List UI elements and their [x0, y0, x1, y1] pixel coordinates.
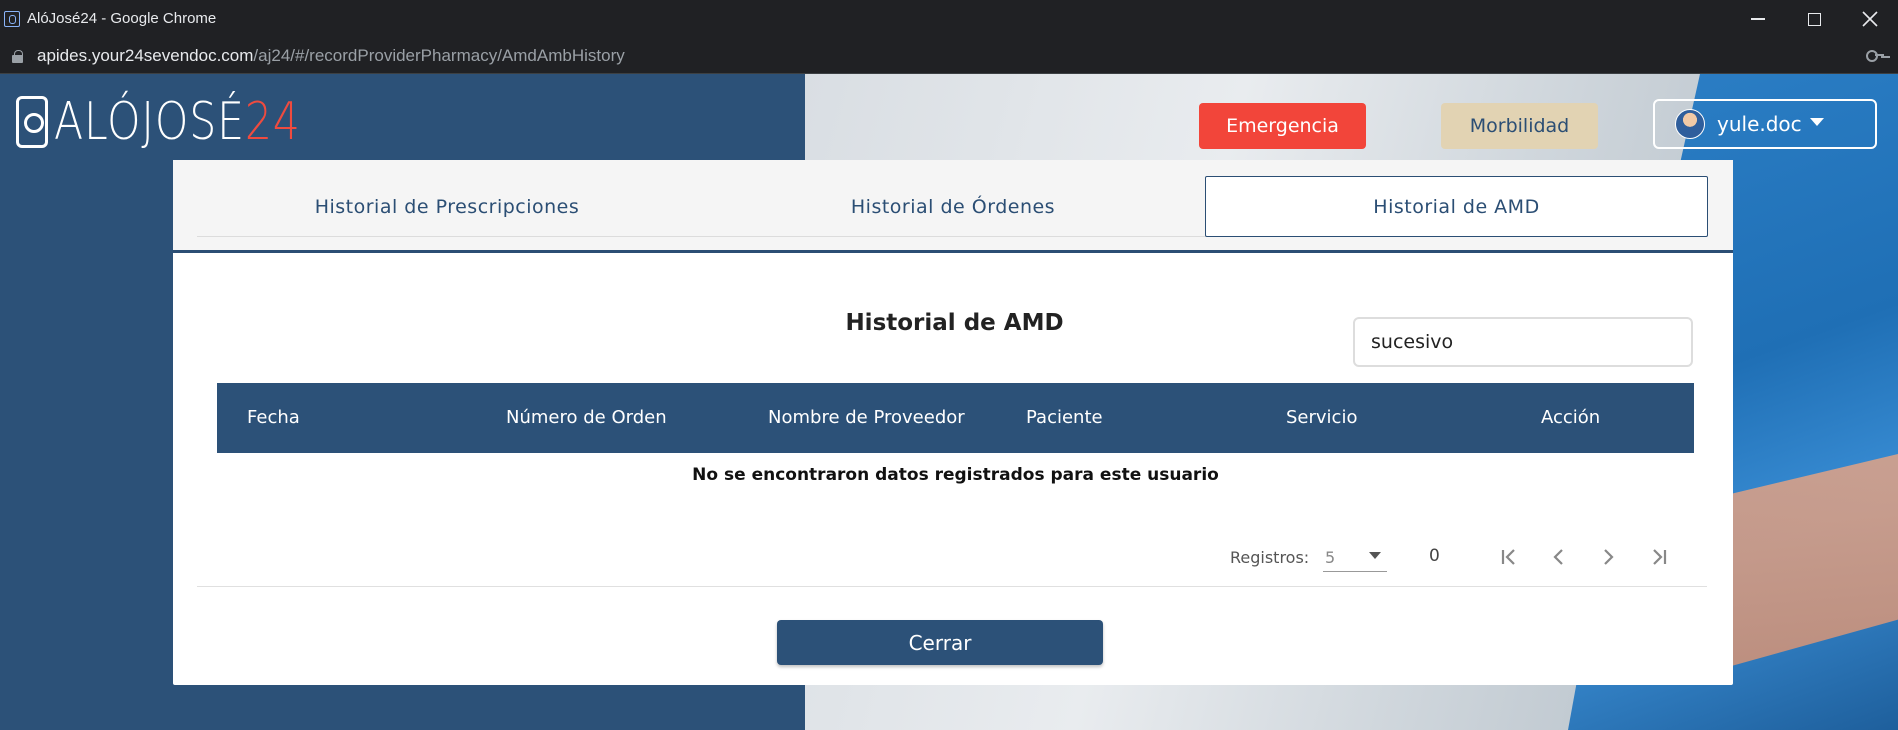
minimize-button[interactable]	[1730, 0, 1786, 38]
column-header-fecha[interactable]: Fecha	[247, 407, 300, 428]
logo-number: 24	[244, 92, 301, 152]
last-page-icon	[1653, 549, 1667, 565]
lock-icon	[12, 50, 23, 63]
tab-prescriptions[interactable]: Historial de Prescripciones	[197, 176, 697, 237]
window-title: AlóJosé24 - Google Chrome	[27, 10, 217, 27]
url-path: /aj24/#/recordProviderPharmacy/AmdAmbHis…	[253, 46, 625, 65]
maximize-button[interactable]	[1786, 0, 1842, 38]
favicon-icon	[4, 11, 20, 27]
morbidity-button[interactable]: Morbilidad	[1441, 103, 1598, 149]
stethoscope-icon	[16, 96, 48, 148]
page-size-value: 5	[1325, 548, 1336, 567]
avatar	[1675, 109, 1705, 139]
next-page-button[interactable]	[1593, 542, 1623, 572]
username: yule.doc	[1717, 112, 1802, 136]
maximize-icon	[1807, 12, 1821, 26]
tab-amd[interactable]: Historial de AMD	[1205, 176, 1708, 237]
address-bar[interactable]: apides.your24sevendoc.com/aj24/#/recordP…	[0, 38, 1898, 74]
key-icon[interactable]	[1866, 48, 1884, 62]
chevron-down-icon	[1809, 118, 1824, 126]
empty-message: No se encontraron datos registrados para…	[692, 465, 1219, 485]
tab-orders[interactable]: Historial de Órdenes	[703, 176, 1203, 237]
records-label: Registros:	[1230, 548, 1310, 567]
tab-bar: Historial de Prescripciones Historial de…	[173, 160, 1733, 253]
column-header-proveedor[interactable]: Nombre de Proveedor	[768, 407, 965, 428]
emergency-button[interactable]: Emergencia	[1199, 103, 1366, 149]
column-header-accion[interactable]: Acción	[1541, 407, 1600, 428]
column-header-paciente[interactable]: Paciente	[1026, 407, 1103, 428]
logo-text: ALÓJOSÉ24	[54, 92, 301, 152]
logo-word: ALÓJOSÉ	[54, 92, 245, 152]
range-text: 0	[1429, 546, 1440, 566]
close-button[interactable]: Cerrar	[777, 620, 1103, 665]
first-page-icon	[1501, 549, 1515, 565]
close-icon	[1862, 11, 1878, 27]
minimize-icon	[1751, 18, 1765, 20]
first-page-button[interactable]	[1494, 542, 1524, 572]
footer-divider	[197, 586, 1707, 587]
chevron-right-icon	[1604, 549, 1614, 565]
history-card: Historial de Prescripciones Historial de…	[173, 160, 1733, 685]
table-header: Fecha Número de Orden Nombre de Proveedo…	[217, 383, 1694, 453]
url-text[interactable]: apides.your24sevendoc.com/aj24/#/recordP…	[37, 46, 625, 66]
close-window-button[interactable]	[1842, 0, 1898, 38]
user-menu[interactable]: yule.doc	[1653, 99, 1877, 149]
last-page-button[interactable]	[1644, 542, 1674, 572]
column-header-servicio[interactable]: Servicio	[1286, 407, 1357, 428]
chevron-left-icon	[1553, 549, 1563, 565]
url-host: apides.your24sevendoc.com	[37, 46, 254, 65]
page-size-select[interactable]: 5	[1323, 542, 1387, 572]
pagination: Registros: 5 0	[173, 538, 1733, 578]
search-input[interactable]	[1353, 317, 1693, 367]
previous-page-button[interactable]	[1544, 542, 1574, 572]
app-logo[interactable]: ALÓJOSÉ24	[16, 92, 355, 152]
dropdown-arrow-icon	[1369, 552, 1381, 559]
column-header-numero-orden[interactable]: Número de Orden	[506, 407, 667, 428]
browser-titlebar: AlóJosé24 - Google Chrome	[0, 0, 1898, 38]
